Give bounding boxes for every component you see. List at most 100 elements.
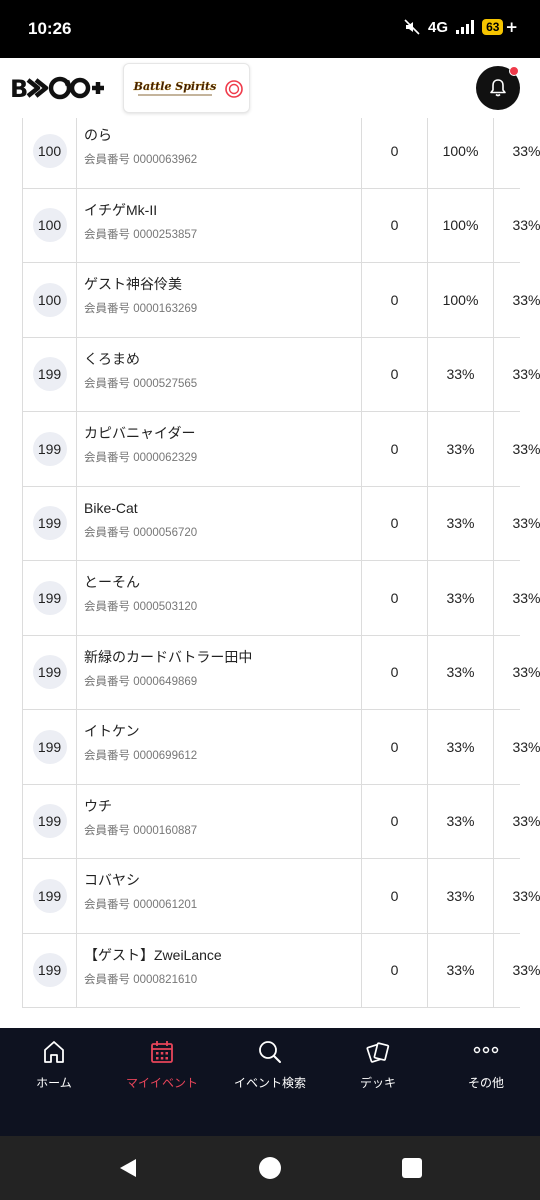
points-cell: 0 xyxy=(361,118,427,188)
player-name: ゲスト神谷伶美 xyxy=(84,276,182,292)
nav-event-search[interactable]: イベント検索 xyxy=(216,1038,324,1098)
member-number: 会員番号 0000061201 xyxy=(84,899,198,911)
rank-cell: 199 xyxy=(22,933,76,1007)
player-cell: ゲスト神谷伶美 会員番号 0000163269 xyxy=(76,263,361,337)
player-name: 新緑のカードバトラー田中 xyxy=(84,648,253,665)
member-number: 会員番号 0000527565 xyxy=(84,377,198,390)
player-name: 【ゲスト】ZweiLance xyxy=(84,946,222,963)
points-cell: 0 xyxy=(361,561,427,635)
table-row[interactable]: 199 くろまめ 会員番号 0000527565 0 33% 33% xyxy=(22,337,540,412)
nav-event-search-label: イベント検索 xyxy=(233,1076,306,1090)
opponent-rate-cell: 33% xyxy=(493,784,540,858)
notification-button[interactable] xyxy=(476,66,520,110)
win-rate-cell: 33% xyxy=(427,561,493,635)
win-rate-cell: 33% xyxy=(427,933,493,1007)
nav-deck-label: デッキ xyxy=(359,1076,396,1090)
rank-cell: 199 xyxy=(22,486,76,560)
table-row[interactable]: 199 とーそん 会員番号 0000503120 0 33% 33% xyxy=(22,561,540,636)
table-row[interactable]: 199 【ゲスト】ZweiLance 会員番号 0000821610 0 33% 33% xyxy=(22,933,540,1008)
table-row[interactable]: 100 イチゲMk-II 会員番号 0000253857 0 100% 33% xyxy=(22,188,540,263)
battle-spirits-logo: Battle Spirits xyxy=(132,78,218,98)
player-name: とーそん xyxy=(84,574,140,590)
member-number: 会員番号 0000160887 xyxy=(84,824,198,837)
member-number: 会員番号 0000699612 xyxy=(84,750,198,762)
player-cell: コバヤシ 会員番号 0000061201 xyxy=(76,859,361,933)
rank-badge: 199 xyxy=(32,580,67,615)
game-selector[interactable]: Battle Spirits xyxy=(123,63,250,113)
nav-deck[interactable]: デッキ xyxy=(324,1038,432,1098)
opponent-rate-cell: 33% xyxy=(493,412,540,486)
win-rate-cell: 100% xyxy=(427,118,493,188)
nav-home-label: ホーム xyxy=(36,1076,72,1090)
member-number: 会員番号 0000503120 xyxy=(84,601,198,613)
system-nav-bar xyxy=(0,1136,540,1200)
svg-text:Battle Spirits: Battle Spirits xyxy=(133,80,217,93)
opponent-rate-cell: 33% xyxy=(493,561,540,635)
member-number: 会員番号 0000253857 xyxy=(84,228,198,241)
win-rate-cell: 33% xyxy=(427,486,493,560)
app-header: B Battle Spirits xyxy=(0,58,540,118)
win-rate-cell: 33% xyxy=(427,859,493,933)
recents-icon[interactable] xyxy=(400,1156,424,1180)
points-cell: 0 xyxy=(361,188,427,262)
player-name: カピバニャイダー xyxy=(84,425,196,441)
points-cell: 0 xyxy=(361,784,427,858)
table-row[interactable]: 100 ゲスト神谷伶美 会員番号 0000163269 0 100% 33% xyxy=(22,263,540,338)
table-row[interactable]: 199 ウチ 会員番号 0000160887 0 33% 33% xyxy=(22,784,540,859)
rank-cell: 199 xyxy=(22,784,76,858)
back-icon[interactable] xyxy=(116,1156,140,1180)
opponent-rate-cell: 33% xyxy=(493,933,540,1007)
points-cell: 0 xyxy=(361,337,427,411)
member-number: 会員番号 0000821610 xyxy=(84,973,198,986)
more-icon xyxy=(473,1046,499,1054)
opponent-rate-cell: 33% xyxy=(493,710,540,784)
table-row[interactable]: 199 Bike-Cat 会員番号 0000056720 0 33% 33% xyxy=(22,486,540,561)
table-row[interactable]: 199 イトケン 会員番号 0000699612 0 33% 33% xyxy=(22,710,540,785)
player-cell: とーそん会員番号 0000503120 xyxy=(76,561,361,635)
win-rate-cell: 33% xyxy=(427,710,493,784)
opponent-rate-cell: 33% xyxy=(493,263,540,337)
player-cell: くろまめ会員番号 0000527565 xyxy=(76,337,361,411)
home-button-icon[interactable] xyxy=(258,1156,282,1180)
bcg-plus-logo[interactable]: B xyxy=(10,72,106,104)
results-table-scroll[interactable]: 100 のら 会員番号 0000063962 0 100% 33% 100 イチゲMk-II 会… xyxy=(0,118,540,1028)
member-number: 会員番号 0000056720 xyxy=(84,526,198,539)
points-cell: 0 xyxy=(361,635,427,709)
player-cell: カピバニャイダー会員番号 0000062329 xyxy=(76,412,361,486)
points-cell: 0 xyxy=(361,486,427,560)
points-cell: 0 xyxy=(361,263,427,337)
opponent-rate-cell: 33% xyxy=(493,118,540,188)
bottom-nav: ホーム マイイベント イベント検索 デッキ その他 xyxy=(0,1028,540,1136)
table-row[interactable]: 199 新緑のカードバトラー田中 会員番号 0000649869 0 33% 33% xyxy=(22,635,540,710)
member-number: 会員番号 0000062329 xyxy=(84,452,198,464)
rank-badge: 199 xyxy=(32,953,67,988)
rank-badge: 100 xyxy=(32,282,67,317)
status-time: 10:26 xyxy=(28,19,72,38)
mute-icon xyxy=(404,19,420,35)
nav-more[interactable]: その他 xyxy=(432,1038,540,1098)
player-name: Bike-Cat xyxy=(84,499,138,516)
status-bar: 10:26 4G 63 + xyxy=(0,0,540,58)
svg-text:B: B xyxy=(10,75,28,103)
network-type: 4G xyxy=(428,18,449,36)
nav-home[interactable]: ホーム xyxy=(0,1038,108,1098)
calendar-icon xyxy=(151,1041,173,1063)
rank-badge: 199 xyxy=(32,357,67,392)
opponent-rate-cell: 33% xyxy=(493,337,540,411)
win-rate-cell: 33% xyxy=(427,412,493,486)
battery-level: 63 xyxy=(482,19,504,35)
player-cell: 新緑のカードバトラー田中 会員番号 0000649869 xyxy=(76,635,361,709)
bell-icon xyxy=(490,79,506,97)
nav-my-events[interactable]: マイイベント xyxy=(108,1038,216,1098)
points-cell: 0 xyxy=(361,412,427,486)
rank-cell: 100 xyxy=(22,263,76,337)
rank-badge: 100 xyxy=(32,133,67,168)
rank-badge: 100 xyxy=(32,208,67,243)
table-row[interactable]: 199 コバヤシ 会員番号 0000061201 0 33% 33% xyxy=(22,859,540,934)
rank-cell: 199 xyxy=(22,561,76,635)
table-row[interactable]: 199 カピバニャイダー 会員番号 0000062329 0 33% 33% xyxy=(22,412,540,487)
table-row[interactable]: 100 のら 会員番号 0000063962 0 100% 33% xyxy=(22,118,540,189)
opponent-rate-cell: 33% xyxy=(493,635,540,709)
opponent-rate-cell: 33% xyxy=(493,859,540,933)
player-name: くろまめ xyxy=(84,350,140,367)
